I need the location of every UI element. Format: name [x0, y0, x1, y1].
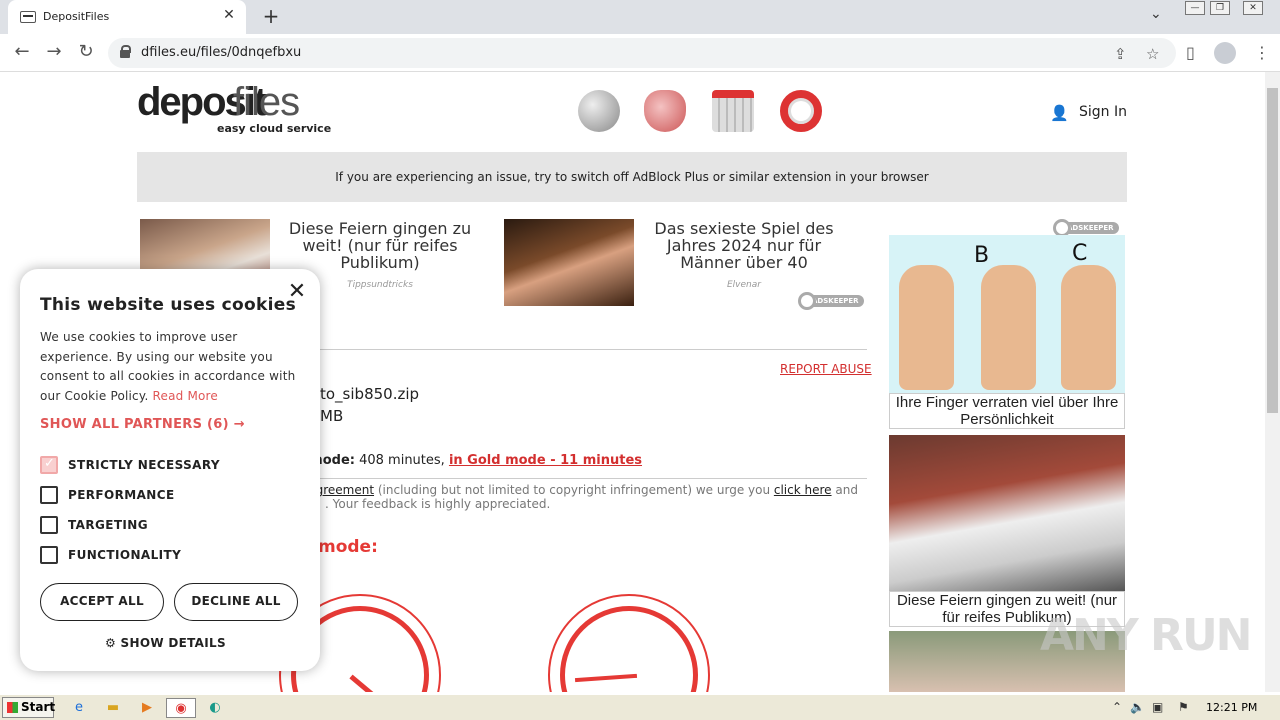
cookie-title: This website uses cookies: [40, 295, 296, 315]
ad-title-2[interactable]: Das sexieste Spiel des Jahres 2024 nur f…: [644, 220, 844, 271]
sign-in-link[interactable]: Sign In: [1079, 104, 1127, 120]
gear-icon: ⚙: [105, 636, 117, 650]
flag-icon[interactable]: ⚑: [1178, 700, 1189, 714]
click-here-link[interactable]: click here: [774, 483, 832, 497]
cookie-close-icon[interactable]: ✕: [286, 279, 308, 304]
close-window-button[interactable]: ✕: [1243, 1, 1263, 15]
address-bar[interactable]: dfiles.eu/files/0dnqefbxu ⇪ ☆: [108, 38, 1176, 68]
anyrun-watermark: ANY RUN: [1040, 610, 1252, 661]
scrollbar-thumb[interactable]: [1267, 88, 1278, 413]
adskeeper-badge-right[interactable]: ADSKEEPER: [1053, 219, 1119, 237]
accept-all-button[interactable]: ACCEPT ALL: [40, 583, 164, 621]
checkbox-targeting[interactable]: [40, 516, 58, 534]
explorer-folder-icon[interactable]: ▬: [102, 698, 124, 718]
gold-mode-link[interactable]: in Gold mode - 11 minutes: [449, 453, 642, 468]
profile-avatar[interactable]: [1214, 42, 1236, 64]
show-partners-link[interactable]: SHOW ALL PARTNERS (6) →: [40, 417, 245, 432]
ad-image-2[interactable]: [504, 219, 634, 306]
clock[interactable]: 12:21 PM: [1206, 701, 1257, 714]
wallet-coins-icon[interactable]: [644, 90, 686, 132]
bookmark-star-icon[interactable]: ☆: [1146, 45, 1159, 63]
logo-tagline: easy cloud service: [217, 122, 332, 135]
back-icon[interactable]: ←: [10, 41, 34, 62]
user-icon[interactable]: 👤: [1050, 104, 1069, 122]
adskeeper-badge[interactable]: ADSKEEPER: [798, 292, 864, 310]
mode-value: 408 minutes,: [354, 453, 449, 468]
cookie-description: We use cookies to improve user experienc…: [40, 330, 296, 403]
tab-close-icon[interactable]: ✕: [220, 7, 238, 23]
media-player-icon[interactable]: ▶: [136, 698, 158, 718]
forward-icon[interactable]: →: [42, 41, 66, 62]
share-icon[interactable]: ⇪: [1114, 45, 1127, 63]
restore-button[interactable]: ❐: [1210, 1, 1230, 15]
cookie-consent-dialog: This website uses cookies ✕ We use cooki…: [20, 269, 320, 671]
download-time-line: lar mode: 408 minutes, in Gold mode - 11…: [285, 453, 642, 468]
gold-speed-gauge-icon: [548, 594, 710, 692]
show-details-button[interactable]: ⚙ SHOW DETAILS: [105, 636, 226, 650]
right-ad-caption-1[interactable]: Ihre Finger verraten viel über Ihre Pers…: [889, 393, 1125, 429]
read-more-link[interactable]: Read More: [152, 389, 218, 403]
volume-icon[interactable]: 🔈: [1130, 700, 1145, 714]
favicon-icon: [20, 11, 36, 23]
checkbox-performance[interactable]: [40, 486, 58, 504]
ad-title-1[interactable]: Diese Feiern gingen zu weit! (nur für re…: [280, 220, 480, 271]
reload-icon[interactable]: ↻: [74, 41, 98, 62]
tab-depositfiles[interactable]: DepositFiles ✕: [8, 0, 246, 34]
lock-icon[interactable]: [120, 45, 131, 58]
file-name: to_sib850.zip: [320, 385, 420, 403]
right-ad-image-1[interactable]: B C: [889, 235, 1125, 393]
right-ad-image-2[interactable]: [889, 435, 1125, 591]
tab-search-chevron-icon[interactable]: ⌄: [1150, 6, 1162, 22]
network-icon[interactable]: ▣: [1152, 700, 1163, 714]
adblock-notice: If you are experiencing an issue, try to…: [137, 152, 1127, 202]
browser-toolbar: ← → ↻ dfiles.eu/files/0dnqefbxu ⇪ ☆ ▯ ⋮: [0, 34, 1280, 72]
decline-all-button[interactable]: DECLINE ALL: [174, 583, 298, 621]
start-button[interactable]: Start: [2, 697, 55, 718]
edge-icon[interactable]: ◐: [204, 698, 226, 718]
url-text[interactable]: dfiles.eu/files/0dnqefbxu: [141, 45, 301, 60]
ie-icon[interactable]: e: [68, 698, 90, 718]
gift-icon[interactable]: [712, 90, 754, 132]
agreement-text: ser Agreement (including but not limited…: [285, 483, 858, 511]
side-panel-icon[interactable]: ▯: [1186, 43, 1195, 62]
upload-globe-icon[interactable]: [578, 90, 620, 132]
new-tab-button[interactable]: +: [260, 4, 282, 28]
menu-kebab-icon[interactable]: ⋮: [1254, 43, 1270, 62]
tab-strip: DepositFiles ✕ + ⌄ — ❐ ✕: [0, 0, 1280, 34]
logo-files[interactable]: files: [233, 80, 300, 125]
ad-source-2[interactable]: Elvenar: [644, 280, 844, 290]
divider: [285, 478, 867, 479]
checkbox-functionality[interactable]: [40, 546, 58, 564]
file-size: MB: [320, 407, 344, 425]
minimize-button[interactable]: —: [1185, 1, 1205, 15]
lifebuoy-icon[interactable]: [780, 90, 822, 132]
tab-title: DepositFiles: [43, 10, 110, 23]
report-abuse-link[interactable]: REPORT ABUSE: [780, 362, 872, 376]
divider: [280, 349, 867, 350]
checkbox-strictly-necessary[interactable]: [40, 456, 58, 474]
windows-taskbar: Start e ▬ ▶ ◉ ◐ ⌃ 🔈 ▣ ⚑ 12:21 PM: [0, 694, 1280, 720]
chrome-icon[interactable]: ◉: [166, 698, 196, 718]
mode-heading: mode:: [318, 537, 378, 557]
tray-arrow-icon[interactable]: ⌃: [1112, 700, 1122, 714]
